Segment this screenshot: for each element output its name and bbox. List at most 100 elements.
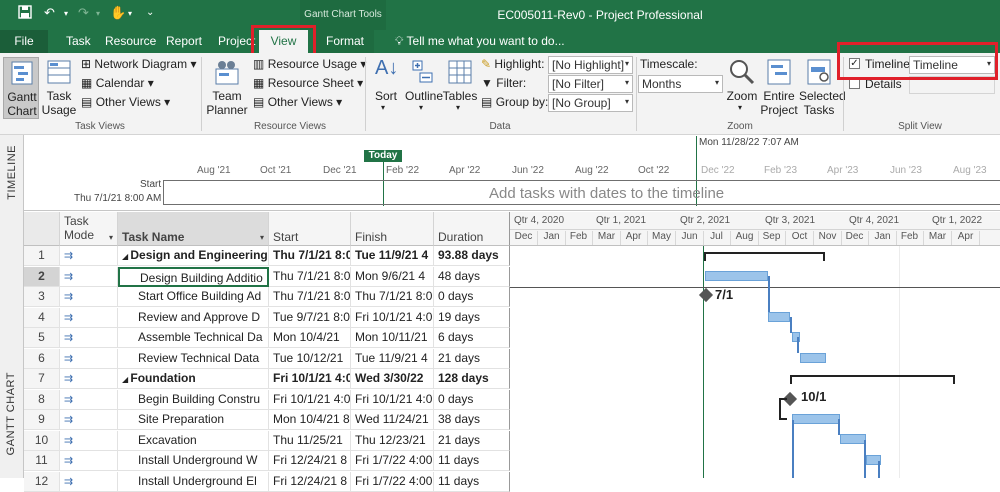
redo-icon[interactable]: ↷	[78, 5, 89, 21]
duration-cell[interactable]: 21 days	[434, 431, 510, 451]
task-name-cell[interactable]: Site Preparation	[118, 410, 269, 430]
summary-bar-foundation[interactable]	[790, 375, 955, 384]
start-cell[interactable]: Fri 10/1/21 4:0	[269, 369, 351, 389]
task-mode-cell[interactable]: ⇉	[60, 308, 118, 328]
start-cell[interactable]: Thu 7/1/21 8:0	[269, 287, 351, 307]
finish-cell[interactable]: Wed 3/30/22	[351, 369, 434, 389]
task-mode-cell[interactable]: ⇉	[60, 472, 118, 492]
other-views-resource-button[interactable]: ▤ Other Views ▾	[253, 95, 342, 109]
touch-mode-icon[interactable]: ✋	[110, 5, 126, 21]
calendar-button[interactable]: ▦ Calendar ▾	[81, 76, 154, 90]
group-by-dropdown[interactable]: [No Group] ▾	[548, 94, 633, 112]
gantt-chart-button[interactable]: Gantt Chart	[3, 57, 39, 119]
finish-cell[interactable]: Fri 10/1/21 4:0	[351, 390, 434, 410]
row-id-cell[interactable]: 11	[24, 451, 60, 471]
tab-task[interactable]: Task	[66, 34, 91, 48]
outline-button[interactable]: Outline ▾	[405, 57, 443, 119]
duration-cell[interactable]: 0 days	[434, 287, 510, 307]
team-planner-button[interactable]: Team Planner	[205, 57, 249, 119]
start-cell[interactable]: Fri 10/1/21 4:0	[269, 390, 351, 410]
task-mode-cell[interactable]: ⇉	[60, 431, 118, 451]
column-header-task-name[interactable]: Task Name ▾	[118, 212, 269, 246]
tell-me-search[interactable]: 💡︎ Tell me what you want to do...	[395, 34, 565, 49]
finish-cell[interactable]: Tue 11/9/21 4	[351, 349, 434, 369]
duration-cell[interactable]: 11 days	[434, 451, 510, 471]
task-name-cell[interactable]: Begin Building Constru	[118, 390, 269, 410]
touch-dropdown-icon[interactable]: ▾	[128, 9, 132, 18]
row-id-cell[interactable]: 2	[24, 267, 60, 287]
summary-bar-design[interactable]	[704, 252, 825, 261]
task-bar-6[interactable]	[800, 353, 826, 363]
undo-icon[interactable]: ↶	[44, 5, 55, 21]
task-name-cell[interactable]: Install Underground W	[118, 451, 269, 471]
network-diagram-button[interactable]: ⊞ Network Diagram ▾	[81, 57, 196, 71]
tab-format[interactable]: Format	[326, 34, 364, 48]
task-bar-9[interactable]	[792, 414, 840, 424]
task-name-cell[interactable]: Excavation	[118, 431, 269, 451]
task-name-cell[interactable]: Review Technical Data	[118, 349, 269, 369]
start-cell[interactable]: Thu 7/1/21 8:0	[269, 267, 351, 287]
finish-cell[interactable]: Mon 10/11/21	[351, 328, 434, 348]
duration-cell[interactable]: 48 days	[434, 267, 510, 287]
finish-cell[interactable]: Thu 12/23/21	[351, 431, 434, 451]
row-id-cell[interactable]: 3	[24, 287, 60, 307]
entire-project-button[interactable]: Entire Project	[760, 57, 798, 119]
row-id-cell[interactable]: 12	[24, 472, 60, 492]
finish-cell[interactable]: Thu 7/1/21 8:0	[351, 287, 434, 307]
column-header-task-mode[interactable]: Task Mode ▾	[60, 212, 118, 246]
task-mode-cell[interactable]: ⇉	[60, 390, 118, 410]
column-header-duration[interactable]: Duration	[434, 212, 510, 246]
task-mode-cell[interactable]: ⇉	[60, 410, 118, 430]
undo-dropdown-icon[interactable]: ▾	[64, 9, 68, 18]
row-id-cell[interactable]: 1	[24, 246, 60, 266]
start-cell[interactable]: Fri 12/24/21 8	[269, 451, 351, 471]
timescale-dropdown[interactable]: Months ▾	[638, 75, 723, 93]
column-header-finish[interactable]: Finish	[351, 212, 434, 246]
select-all-corner[interactable]	[24, 212, 60, 246]
filter-dropdown[interactable]: [No Filter] ▾	[548, 75, 633, 93]
task-name-cell[interactable]: Install Underground El	[118, 472, 269, 492]
tables-button[interactable]: Tables ▾	[442, 57, 478, 119]
selected-tasks-button[interactable]: Selected Tasks	[799, 57, 846, 119]
task-bar-2[interactable]	[705, 271, 768, 281]
resource-sheet-button[interactable]: ▦ Resource Sheet ▾	[253, 76, 363, 90]
start-cell[interactable]: Tue 10/12/21	[269, 349, 351, 369]
other-views-task-button[interactable]: ▤ Other Views ▾	[81, 95, 170, 109]
finish-cell[interactable]: Fri 1/7/22 4:00	[351, 451, 434, 471]
tab-resource[interactable]: Resource	[105, 34, 156, 48]
highlight-dropdown[interactable]: [No Highlight] ▾	[548, 56, 633, 74]
finish-cell[interactable]: Tue 11/9/21 4	[351, 246, 434, 266]
start-cell[interactable]: Thu 7/1/21 8:0	[269, 246, 351, 266]
duration-cell[interactable]: 11 days	[434, 472, 510, 492]
task-bar-10[interactable]	[840, 434, 866, 444]
finish-cell[interactable]: Fri 1/7/22 4:00	[351, 472, 434, 492]
row-id-cell[interactable]: 9	[24, 410, 60, 430]
task-mode-cell[interactable]: ⇉	[60, 328, 118, 348]
start-cell[interactable]: Tue 9/7/21 8:0	[269, 308, 351, 328]
duration-cell[interactable]: 6 days	[434, 328, 510, 348]
duration-cell[interactable]: 93.88 days	[434, 246, 510, 266]
task-mode-cell[interactable]: ⇉	[60, 287, 118, 307]
task-mode-cell[interactable]: ⇉	[60, 349, 118, 369]
tab-report[interactable]: Report	[166, 34, 202, 48]
milestone-diamond[interactable]	[698, 287, 714, 303]
duration-cell[interactable]: 38 days	[434, 410, 510, 430]
tab-project[interactable]: Project	[218, 34, 255, 48]
row-id-cell[interactable]: 7	[24, 369, 60, 389]
task-name-cell[interactable]: Design Building Additio	[118, 267, 269, 287]
task-mode-cell[interactable]: ⇉	[60, 246, 118, 266]
start-cell[interactable]: Mon 10/4/21 8	[269, 410, 351, 430]
tab-file[interactable]: File	[0, 30, 48, 53]
task-name-cell[interactable]: Assemble Technical Da	[118, 328, 269, 348]
task-bar-4[interactable]	[768, 312, 790, 322]
row-id-cell[interactable]: 4	[24, 308, 60, 328]
start-cell[interactable]: Mon 10/4/21	[269, 328, 351, 348]
duration-cell[interactable]: 19 days	[434, 308, 510, 328]
finish-cell[interactable]: Wed 11/24/21	[351, 410, 434, 430]
column-header-start[interactable]: Start	[269, 212, 351, 246]
finish-cell[interactable]: Mon 9/6/21 4	[351, 267, 434, 287]
row-id-cell[interactable]: 8	[24, 390, 60, 410]
task-name-cell[interactable]: ◢ Design and Engineering	[118, 246, 269, 266]
start-cell[interactable]: Thu 11/25/21	[269, 431, 351, 451]
task-name-cell[interactable]: Start Office Building Ad	[118, 287, 269, 307]
